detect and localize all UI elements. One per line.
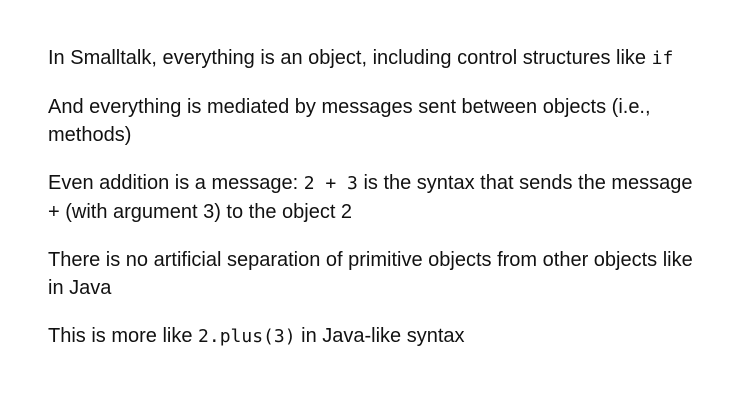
paragraph-text: And everything is mediated by messages s… bbox=[48, 96, 651, 146]
paragraph-text: There is no artificial separation of pri… bbox=[48, 249, 693, 299]
paragraph-text: in Java-like syntax bbox=[295, 325, 465, 347]
paragraph-java-like: This is more like 2.plus(3) in Java-like… bbox=[48, 322, 708, 351]
paragraph-addition: Even addition is a message: 2 + 3 is the… bbox=[48, 169, 708, 226]
paragraph-text: In Smalltalk, everything is an object, i… bbox=[48, 47, 652, 69]
code-plus-call: 2.plus(3) bbox=[198, 326, 296, 347]
paragraph-text: Even addition is a message: bbox=[48, 172, 304, 194]
code-two-plus-three: 2 + 3 bbox=[303, 173, 358, 194]
slide-body: In Smalltalk, everything is an object, i… bbox=[48, 44, 708, 371]
paragraph-messages: And everything is mediated by messages s… bbox=[48, 93, 708, 149]
paragraph-everything-object: In Smalltalk, everything is an object, i… bbox=[48, 44, 708, 73]
paragraph-text: This is more like bbox=[48, 325, 199, 347]
code-if: if bbox=[651, 48, 674, 69]
paragraph-no-separation: There is no artificial separation of pri… bbox=[48, 246, 708, 302]
